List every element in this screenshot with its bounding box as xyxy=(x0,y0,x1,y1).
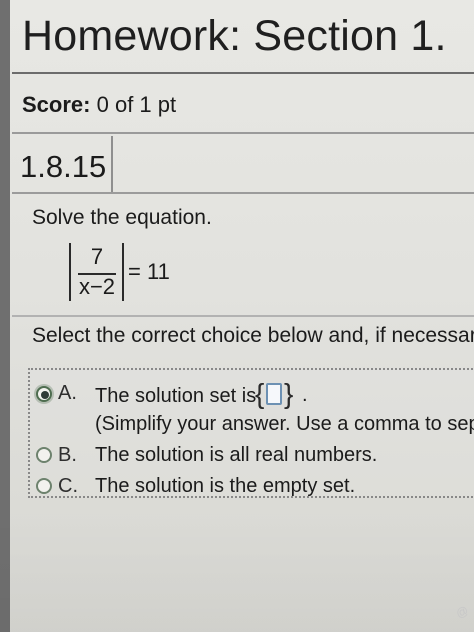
page-title: Homework: Section 1. xyxy=(22,12,447,60)
score-display: Score: 0 of 1 pt xyxy=(22,91,176,119)
absolute-value-equation: 7 x−2 = 11 xyxy=(65,243,185,305)
fraction-numerator: 7 xyxy=(90,244,104,269)
choice-c-letter: C. xyxy=(58,475,78,497)
score-label: Score: xyxy=(22,92,91,117)
solution-set-input[interactable] xyxy=(266,383,282,405)
choice-a-hint: (Simplify your answer. Use a comma to se… xyxy=(95,413,474,435)
solution-set-field: { } xyxy=(254,379,299,411)
score-row: Score: 0 of 1 pt xyxy=(12,76,474,134)
photo-shadow xyxy=(0,510,474,632)
choice-c-text: The solution is the empty set. xyxy=(95,475,356,497)
question-prompt: Solve the equation. xyxy=(32,206,212,229)
score-value: 0 of 1 pt xyxy=(96,92,177,117)
question-number-divider xyxy=(111,136,113,192)
absolute-value-right-bar xyxy=(122,243,124,301)
choice-b-text: The solution is all real numbers. xyxy=(95,444,378,466)
question-number: 1.8.15 xyxy=(20,149,107,184)
choice-a-radio-selected-icon[interactable] xyxy=(36,386,52,402)
choice-b-letter: B. xyxy=(58,444,77,466)
choice-a-period: . xyxy=(302,384,308,406)
choice-a-text: The solution set is xyxy=(95,385,257,407)
equation-right-side: = 11 xyxy=(128,259,170,284)
choice-c-radio-icon[interactable] xyxy=(36,478,52,494)
fraction-denominator: x−2 xyxy=(78,274,116,299)
section-divider xyxy=(12,315,474,317)
homework-page: Homework: Section 1. Score: 0 of 1 pt 1.… xyxy=(0,0,474,632)
header: Homework: Section 1. xyxy=(12,0,474,74)
question-number-row: 1.8.15 xyxy=(12,136,474,194)
left-brace-icon: { xyxy=(255,378,265,409)
right-brace-icon: } xyxy=(284,378,294,409)
choice-a-letter: A. xyxy=(58,382,77,404)
answer-instruction: Select the correct choice below and, if … xyxy=(32,324,474,347)
choice-b-radio-icon[interactable] xyxy=(36,447,52,463)
absolute-value-left-bar xyxy=(69,243,71,301)
